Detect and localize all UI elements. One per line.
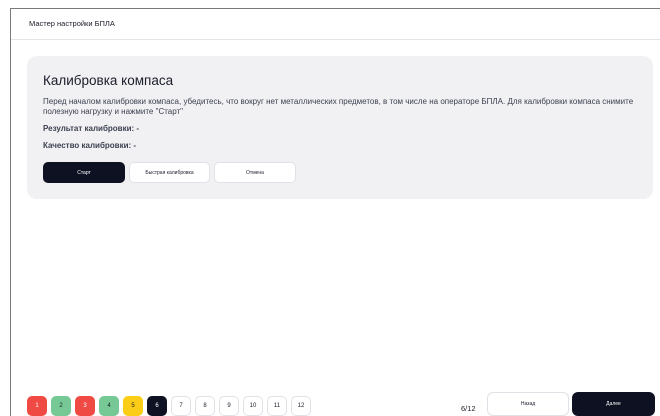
calibration-description: Перед началом калибровки компаса, убедит… (43, 97, 634, 116)
cancel-button[interactable]: Отмена (214, 162, 296, 183)
step-indicator: 1 2 3 4 5 6 7 8 9 10 11 12 (27, 396, 311, 416)
step-2-button[interactable]: 2 (51, 396, 71, 416)
start-button[interactable]: Старт (43, 162, 125, 183)
title-bar: Мастер настройки БПЛА (11, 9, 660, 40)
step-10-button[interactable]: 10 (243, 396, 263, 416)
calibration-result: Результат калибровки: - (43, 124, 140, 133)
step-12-button[interactable]: 12 (291, 396, 311, 416)
step-11-button[interactable]: 11 (267, 396, 287, 416)
wizard-window: Мастер настройки БПЛА Калибровка компаса… (10, 8, 660, 416)
back-button[interactable]: Назад (487, 392, 569, 416)
compass-calibration-card: Калибровка компаса Перед началом калибро… (27, 56, 653, 199)
step-7-button[interactable]: 7 (171, 396, 191, 416)
step-8-button[interactable]: 8 (195, 396, 215, 416)
step-1-button[interactable]: 1 (27, 396, 47, 416)
calibration-heading: Калибровка компаса (43, 73, 174, 88)
window-title: Мастер настройки БПЛА (29, 19, 115, 28)
quick-calibration-button[interactable]: Быстрая калибровка (129, 162, 210, 183)
step-9-button[interactable]: 9 (219, 396, 239, 416)
step-3-button[interactable]: 3 (75, 396, 95, 416)
step-5-button[interactable]: 5 (123, 396, 143, 416)
step-4-button[interactable]: 4 (99, 396, 119, 416)
next-button[interactable]: Далее (572, 392, 655, 416)
step-6-button[interactable]: 6 (147, 396, 167, 416)
step-counter: 6/12 (461, 404, 476, 413)
calibration-quality: Качество калибровки: - (43, 141, 137, 150)
